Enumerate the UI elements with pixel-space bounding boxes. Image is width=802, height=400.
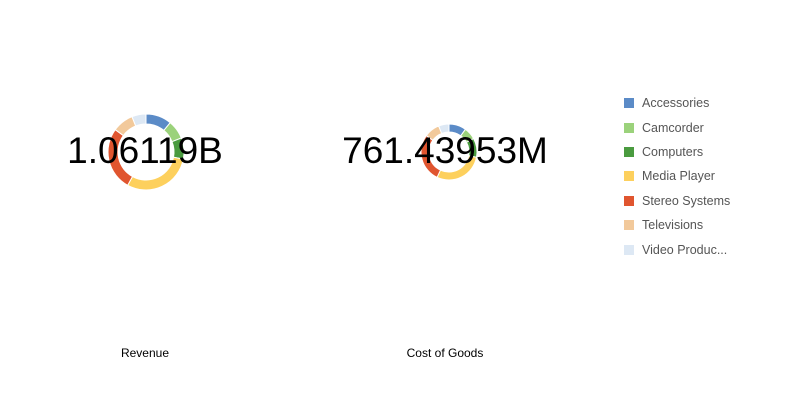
cost-of-goods-donut-chart: 761.43953M Cost of Goods (290, 0, 600, 400)
legend-swatch (624, 146, 634, 157)
legend-swatch (624, 98, 634, 109)
revenue-caption: Revenue (120, 346, 170, 360)
legend-swatch (624, 171, 634, 182)
legend-label: Camcorder (642, 120, 704, 135)
legend-item-camcorder[interactable]: Camcorder (624, 115, 799, 139)
legend-item-media-player[interactable]: Media Player (624, 164, 799, 188)
legend-label: Stereo Systems (642, 193, 731, 208)
legend-swatch (624, 220, 634, 231)
legend-swatch (624, 244, 634, 255)
revenue-donut-chart: 1.06119B Revenue (0, 0, 290, 400)
legend-item-computers[interactable]: Computers (624, 140, 799, 164)
legend-item-video-production[interactable]: Video Produc... (624, 237, 799, 261)
legend-item-stereo-systems[interactable]: Stereo Systems (624, 189, 799, 213)
cost-of-goods-caption: Cost of Goods (406, 346, 484, 360)
legend-item-televisions[interactable]: Televisions (624, 213, 799, 237)
cost-of-goods-value: 761.43953M (342, 130, 548, 171)
cost-of-goods-donut (420, 123, 478, 181)
legend-label: Computers (642, 144, 704, 159)
legend-swatch (624, 122, 634, 133)
legend-item-accessories[interactable]: Accessories (624, 91, 799, 115)
legend: Accessories Camcorder Computers Media Pl… (624, 91, 799, 262)
legend-label: Video Produc... (642, 242, 728, 257)
revenue-donut (107, 113, 185, 191)
legend-swatch (624, 195, 634, 206)
revenue-value: 1.06119B (67, 130, 223, 171)
legend-label: Televisions (642, 218, 704, 233)
legend-label: Accessories (642, 96, 710, 111)
legend-label: Media Player (642, 169, 715, 184)
